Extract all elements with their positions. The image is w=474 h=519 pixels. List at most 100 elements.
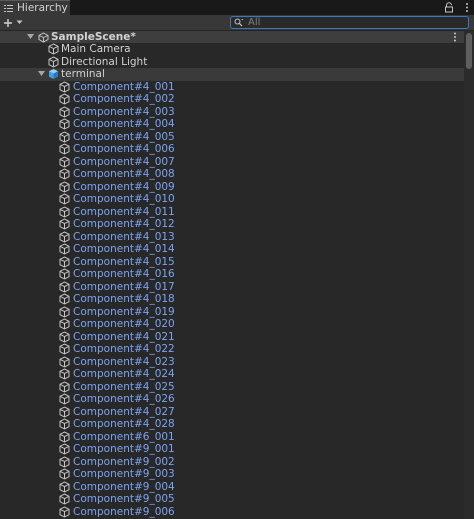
cube-outline-icon [58,180,70,193]
component-label: Component#4_020 [73,318,175,330]
component-label: Component#4_012 [73,218,175,230]
component-label: Component#4_026 [73,393,175,405]
list-item[interactable]: Component#4_016 [0,268,464,281]
tab-hierarchy[interactable]: Hierarchy [0,0,70,15]
list-item[interactable]: Component#4_014 [0,243,464,256]
component-label: Component#4_002 [73,93,175,105]
cube-outline-icon [58,318,70,330]
cube-outline-icon [58,305,70,318]
list-item[interactable]: Component#4_015 [0,256,464,269]
vertical-scrollbar[interactable] [464,31,474,519]
list-item[interactable]: Component#9_002 [0,456,464,469]
component-label: Component#4_011 [73,205,175,218]
cube-outline-icon [47,55,59,68]
hierarchy-tree: SampleScene* Main Camera Directional Lig… [0,31,464,519]
list-item[interactable]: Component#4_003 [0,106,464,119]
scrollbar-thumb[interactable] [466,33,472,69]
list-item[interactable]: Component#4_028 [0,418,464,431]
search-field[interactable] [230,16,469,29]
list-item[interactable]: Component#4_023 [0,356,464,369]
component-label: Component#4_010 [73,193,175,205]
component-label: Component#4_025 [73,380,175,393]
tree-item-label: Main Camera [61,43,131,55]
search-input[interactable] [244,17,448,28]
component-list: Component#4_001 Component#4_002 Component#… [0,81,464,519]
list-item[interactable]: Component#4_001 [0,81,464,94]
cube-outline-icon [58,355,70,368]
list-item[interactable]: Component#4_020 [0,318,464,331]
component-label: Component#4_016 [73,268,175,280]
scene-row[interactable]: SampleScene* [0,31,464,43]
cube-outline-icon [58,405,70,418]
list-item[interactable]: Component#9_005 [0,493,464,506]
cube-outline-icon [58,368,70,380]
scene-menu-icon[interactable] [452,31,458,43]
list-item[interactable]: Component#4_025 [0,381,464,394]
component-label: Component#4_017 [73,280,175,293]
list-item[interactable]: Component#9_001 [0,443,464,456]
component-label: Component#9_005 [73,493,175,505]
component-label: Component#4_003 [73,105,175,118]
component-label: Component#4_014 [73,243,175,255]
component-label: Component#9_006 [73,505,175,518]
component-label: Component#4_021 [73,330,175,343]
component-label: Component#4_015 [73,255,175,268]
cube-outline-icon [58,418,70,430]
list-item[interactable]: Component#9_003 [0,468,464,481]
tree-item-terminal[interactable]: terminal [0,68,464,81]
list-item[interactable]: Component#4_013 [0,231,464,244]
cube-outline-icon [58,168,70,180]
list-item[interactable]: Component#4_027 [0,406,464,419]
cube-outline-icon [58,230,70,243]
cube-outline-icon [58,193,70,205]
list-item[interactable]: Component#9_006 [0,506,464,519]
component-label: Component#4_022 [73,343,175,355]
tree-item-directional-light[interactable]: Directional Light [0,56,464,69]
list-item[interactable]: Component#4_008 [0,168,464,181]
list-item[interactable]: Component#4_002 [0,93,464,106]
list-item[interactable]: Component#4_004 [0,118,464,131]
list-item[interactable]: Component#4_011 [0,206,464,219]
component-label: Component#4_005 [73,130,175,143]
cube-outline-icon [58,205,70,218]
prefab-cube-icon [47,68,59,80]
cube-outline-icon [58,255,70,268]
list-item[interactable]: Component#9_004 [0,481,464,494]
cube-outline-icon [58,505,70,518]
foldout-expanded-icon[interactable] [37,68,45,80]
lock-icon[interactable] [444,2,454,13]
list-item[interactable]: Component#4_026 [0,393,464,406]
list-item[interactable]: Component#4_019 [0,306,464,319]
cube-outline-icon [58,143,70,155]
list-item[interactable]: Component#4_018 [0,293,464,306]
list-item[interactable]: Component#4_009 [0,181,464,194]
hierarchy-window: Hierarchy All SampleScene* Main Camera D… [0,0,474,519]
component-label: Component#4_007 [73,155,175,168]
component-label: Component#4_006 [73,143,175,155]
cube-outline-icon [58,393,70,405]
list-item[interactable]: Component#4_021 [0,331,464,344]
list-item[interactable]: Component#4_006 [0,143,464,156]
list-item[interactable]: Component#4_017 [0,281,464,294]
list-item[interactable]: Component#4_005 [0,131,464,144]
list-item[interactable]: Component#4_022 [0,343,464,356]
foldout-expanded-icon[interactable] [26,31,34,43]
cube-outline-icon [58,343,70,355]
tree-item-main-camera[interactable]: Main Camera [0,43,464,56]
component-label: Component#6_001 [73,430,175,443]
tab-menu-icon[interactable] [464,1,470,14]
unity-scene-icon [37,31,49,43]
list-item[interactable]: Component#4_007 [0,156,464,169]
component-label: Component#4_009 [73,180,175,193]
list-item[interactable]: Component#4_024 [0,368,464,381]
cube-outline-icon [58,218,70,230]
add-dropdown-button[interactable] [3,16,27,29]
cube-outline-icon [58,93,70,105]
component-label: Component#4_013 [73,230,175,243]
list-item[interactable]: Component#4_010 [0,193,464,206]
cube-outline-icon [58,330,70,343]
cube-outline-icon [58,443,70,455]
list-item[interactable]: Component#6_001 [0,431,464,444]
list-item[interactable]: Component#4_012 [0,218,464,231]
plus-icon [4,18,12,27]
